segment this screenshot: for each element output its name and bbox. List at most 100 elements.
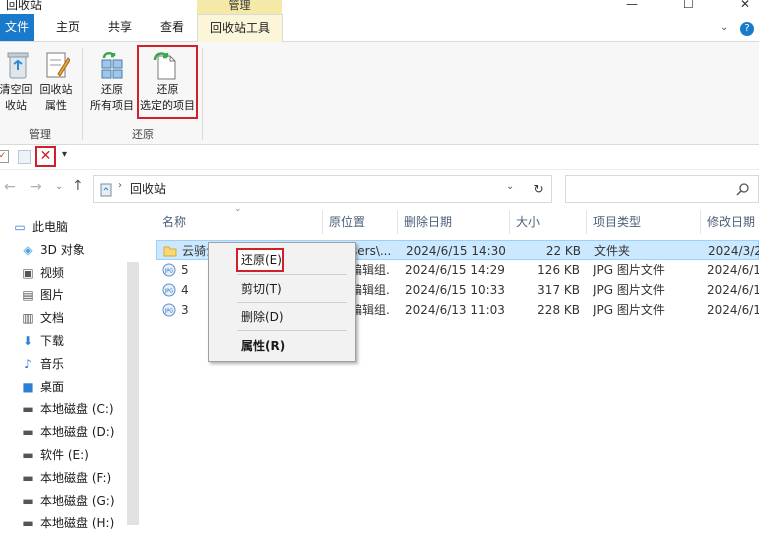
column-header-date-modified[interactable]: 修改日期 (701, 210, 759, 234)
nav-item[interactable]: ▬ 软件 (E:) (20, 444, 89, 466)
empty-recycle-bin-label-2: 收站 (5, 99, 27, 112)
file-type: JPG 图片文件 (593, 303, 665, 317)
recent-locations-chevron-icon[interactable]: ⌄ (55, 181, 63, 192)
svg-text:JPG: JPG (164, 289, 173, 295)
empty-recycle-bin-button[interactable]: 清空回 收站 (0, 50, 34, 120)
nav-item-label: 软件 (E:) (40, 448, 89, 462)
restore-all-button[interactable]: 还原 所有项目 (88, 50, 136, 120)
videos-icon: ▣ (22, 265, 34, 280)
recycle-bin-properties-label-2: 属性 (45, 99, 67, 112)
nav-item[interactable]: ◈ 3D 对象 (20, 239, 84, 261)
drive-icon: ▬ (22, 448, 34, 462)
restore-selected-label-1: 还原 (156, 83, 179, 96)
documents-icon: ▥ (22, 311, 34, 326)
group-label-restore: 还原 (132, 128, 154, 141)
nav-item[interactable]: ■ 桌面 (20, 376, 64, 398)
nav-item[interactable]: ▣ 视频 (20, 262, 64, 284)
context-menu: 还原(E) 剪切(T) 删除(D) 属性(R) (208, 242, 356, 362)
ribbon-group-divider (202, 48, 203, 140)
jpg-file-icon: JPG (162, 263, 176, 280)
nav-item-label: 下载 (40, 334, 65, 348)
recycle-bin-properties-label-1: 回收站 (39, 83, 73, 96)
recycle-bin-properties-icon (46, 52, 70, 78)
recycle-bin-properties-button[interactable]: 回收站 属性 (36, 50, 76, 120)
file-modified: 2024/6/1... (707, 283, 759, 297)
breadcrumb-recycle-bin[interactable]: 回收站 (130, 180, 166, 197)
empty-recycle-bin-label-1: 清空回 (0, 83, 33, 96)
back-arrow-icon[interactable]: ← (4, 179, 16, 195)
svg-text:JPG: JPG (164, 269, 173, 275)
column-header-size[interactable]: 大小 (510, 210, 582, 234)
tab-recycle-bin-tools[interactable]: 回收站工具 (197, 14, 283, 42)
empty-recycle-bin-icon (7, 52, 29, 79)
nav-item[interactable]: ▬ 本地磁盘 (H:) (20, 512, 114, 534)
file-location: 编辑组... (350, 283, 390, 297)
nav-item[interactable]: ▥ 文档 (20, 307, 64, 329)
folder-icon (163, 244, 177, 261)
refresh-icon: ↻ (533, 182, 544, 196)
breadcrumb-separator-icon: › (118, 180, 122, 191)
file-location: 编辑组... (350, 303, 390, 317)
nav-item[interactable]: ▬ 本地磁盘 (G:) (20, 490, 114, 512)
address-dropdown-chevron-icon[interactable]: ⌄ (506, 181, 514, 192)
nav-item[interactable]: ▬ 本地磁盘 (C:) (20, 398, 114, 420)
properties-checkbox-icon[interactable]: ✓ (0, 150, 9, 163)
context-menu-item-properties[interactable]: 属性(R) (241, 337, 285, 354)
nav-item-label: 文档 (40, 311, 65, 326)
file-size: 317 KB (537, 283, 580, 297)
nav-item[interactable]: ⬇ 下载 (20, 330, 64, 352)
context-menu-separator (237, 302, 347, 303)
desktop-icon: ■ (22, 379, 34, 394)
file-size: 228 KB (537, 303, 580, 317)
tab-view[interactable]: 查看 (150, 14, 194, 41)
context-menu-item-restore[interactable]: 还原(E) (241, 251, 282, 268)
file-modified: 2024/3/2... (708, 244, 759, 258)
help-icon[interactable]: ? (740, 22, 754, 36)
nav-pane-scrollbar[interactable] (127, 262, 139, 525)
this-pc-icon: ▭ (14, 220, 26, 234)
search-icon (736, 183, 749, 196)
nav-item[interactable]: ▭ 此电脑 (12, 216, 68, 238)
nav-item-label: 桌面 (40, 379, 65, 394)
address-bar[interactable]: › 回收站 ⌄ (93, 175, 527, 203)
tab-home[interactable]: 主页 (46, 14, 90, 41)
maximize-button[interactable]: ☐ (683, 0, 694, 11)
nav-item[interactable]: ▬ 本地磁盘 (D:) (20, 421, 114, 443)
recycle-bin-icon (100, 183, 112, 197)
tab-file[interactable]: 文件 (0, 14, 34, 41)
restore-selected-button[interactable]: 还原 选定的项目 (137, 45, 198, 119)
context-menu-item-delete[interactable]: 删除(D) (241, 308, 284, 325)
new-folder-icon[interactable] (18, 150, 31, 164)
3d-objects-icon: ◈ (23, 242, 33, 257)
file-modified: 2024/6/1... (707, 263, 759, 277)
restore-selected-label-2: 选定的项目 (140, 99, 195, 112)
search-input[interactable] (565, 175, 759, 203)
context-menu-item-cut[interactable]: 剪切(T) (241, 280, 282, 297)
nav-item-label: 本地磁盘 (C:) (40, 402, 114, 417)
nav-item[interactable]: ▤ 图片 (20, 284, 64, 306)
delete-icon[interactable]: ✕ (35, 146, 56, 167)
up-arrow-icon[interactable]: ↑ (72, 178, 84, 194)
file-type: JPG 图片文件 (593, 263, 665, 277)
refresh-button[interactable]: ↻ (526, 175, 552, 203)
column-header-name[interactable]: 名称 (156, 210, 322, 234)
title-bar (0, 0, 759, 14)
window-title: 回收站 (6, 0, 43, 12)
file-type: 文件夹 (594, 244, 631, 258)
chevron-down-icon[interactable]: ⌄ (720, 22, 728, 33)
column-header-item-type[interactable]: 项目类型 (587, 210, 697, 234)
forward-arrow-icon[interactable]: → (30, 179, 42, 195)
customize-toolbar-chevron-icon[interactable]: ▾ (62, 149, 67, 160)
nav-item[interactable]: ▬ 本地磁盘 (F:) (20, 467, 111, 489)
music-icon: ♪ (24, 356, 32, 371)
drive-icon: ▬ (22, 470, 34, 485)
nav-item[interactable]: ♪ 音乐 (20, 353, 64, 375)
nav-item-label: 本地磁盘 (H:) (40, 516, 115, 531)
nav-item-label: 本地磁盘 (F:) (40, 470, 112, 485)
minimize-button[interactable]: — (626, 0, 638, 11)
tab-share[interactable]: 共享 (98, 14, 142, 41)
column-header-date-deleted[interactable]: 删除日期 (398, 210, 508, 234)
file-modified: 2024/6/1... (707, 303, 759, 317)
close-button[interactable]: ✕ (740, 0, 750, 11)
column-header-original-location[interactable]: 原位置 (323, 210, 399, 234)
